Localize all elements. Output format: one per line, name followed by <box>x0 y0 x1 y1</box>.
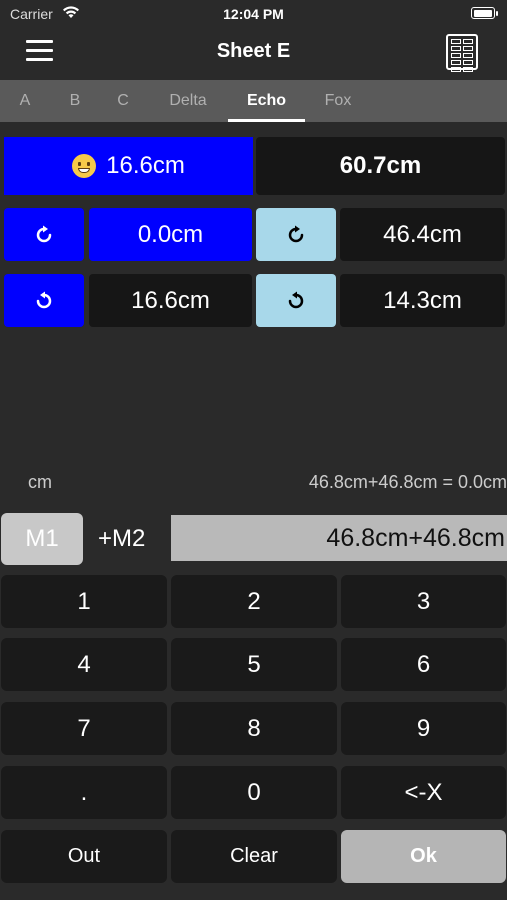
tab-fox[interactable]: Fox <box>316 80 360 122</box>
rotate-ccw-left-value-cell[interactable]: 16.6cm <box>89 274 252 327</box>
rotate-counterclockwise-button-right[interactable] <box>256 274 336 327</box>
tab-delta[interactable]: Delta <box>158 80 218 122</box>
expression-result: 46.8cm+46.8cm = 0.0cm <box>308 472 507 492</box>
rotate-cw-left-value-cell[interactable]: 0.0cm <box>89 208 252 261</box>
key-8[interactable]: 8 <box>171 702 337 755</box>
clear-button[interactable]: Clear <box>171 830 337 883</box>
tab-bar: A B C Delta Echo Fox <box>0 80 507 122</box>
primary-measurement-value: 16.6cm <box>106 152 185 179</box>
grinning-face-icon <box>72 154 97 178</box>
tab-echo[interactable]: Echo <box>228 80 305 122</box>
out-button[interactable]: Out <box>1 830 167 883</box>
key-2[interactable]: 2 <box>171 575 337 628</box>
key-1[interactable]: 1 <box>1 575 167 628</box>
total-measurement-value: 60.7cm <box>339 152 422 179</box>
rotate-ccw-right-value-cell[interactable]: 14.3cm <box>340 274 505 327</box>
status-bar: Carrier 12:04 PM <box>0 0 507 28</box>
key-5[interactable]: 5 <box>171 638 337 691</box>
rotate-cw-left-value: 0.0cm <box>137 220 204 248</box>
key-decimal[interactable]: . <box>1 766 167 819</box>
key-0[interactable]: 0 <box>171 766 337 819</box>
key-3[interactable]: 3 <box>341 575 506 628</box>
m1-button[interactable]: M1 <box>1 513 83 565</box>
tab-c[interactable]: C <box>106 80 140 122</box>
unit-label: cm <box>28 472 52 492</box>
rotate-counterclockwise-button-left[interactable] <box>4 274 84 327</box>
rotate-ccw-right-value: 14.3cm <box>383 286 462 314</box>
rotate-counterclockwise-icon <box>36 291 52 308</box>
rotate-cw-right-value: 46.4cm <box>383 220 462 248</box>
rotate-clockwise-icon <box>36 225 52 242</box>
calculator-input[interactable]: 46.8cm+46.8cm <box>171 515 507 561</box>
ok-button[interactable]: Ok <box>341 830 506 883</box>
rotate-clockwise-button-left[interactable] <box>4 208 84 261</box>
key-6[interactable]: 6 <box>341 638 506 691</box>
primary-measurement-cell[interactable]: 16.6cm <box>4 137 253 195</box>
m2-button[interactable]: +M2 <box>98 513 158 565</box>
rotate-clockwise-button-right[interactable] <box>256 208 336 261</box>
clock: 12:04 PM <box>223 6 284 22</box>
total-measurement-cell[interactable]: 60.7cm <box>256 137 505 195</box>
tab-a[interactable]: A <box>8 80 42 122</box>
tab-b[interactable]: B <box>58 80 92 122</box>
rotate-counterclockwise-icon <box>288 291 304 308</box>
key-9[interactable]: 9 <box>341 702 506 755</box>
rotate-ccw-left-value: 16.6cm <box>131 286 210 314</box>
rotate-cw-right-value-cell[interactable]: 46.4cm <box>340 208 505 261</box>
page-title: Sheet E <box>216 40 291 62</box>
key-7[interactable]: 7 <box>1 702 167 755</box>
key-4[interactable]: 4 <box>1 638 167 691</box>
rotate-clockwise-icon <box>288 225 304 242</box>
spreadsheet-grid-icon[interactable] <box>446 34 478 72</box>
battery-icon <box>471 7 498 19</box>
key-backspace[interactable]: <-X <box>341 766 506 819</box>
